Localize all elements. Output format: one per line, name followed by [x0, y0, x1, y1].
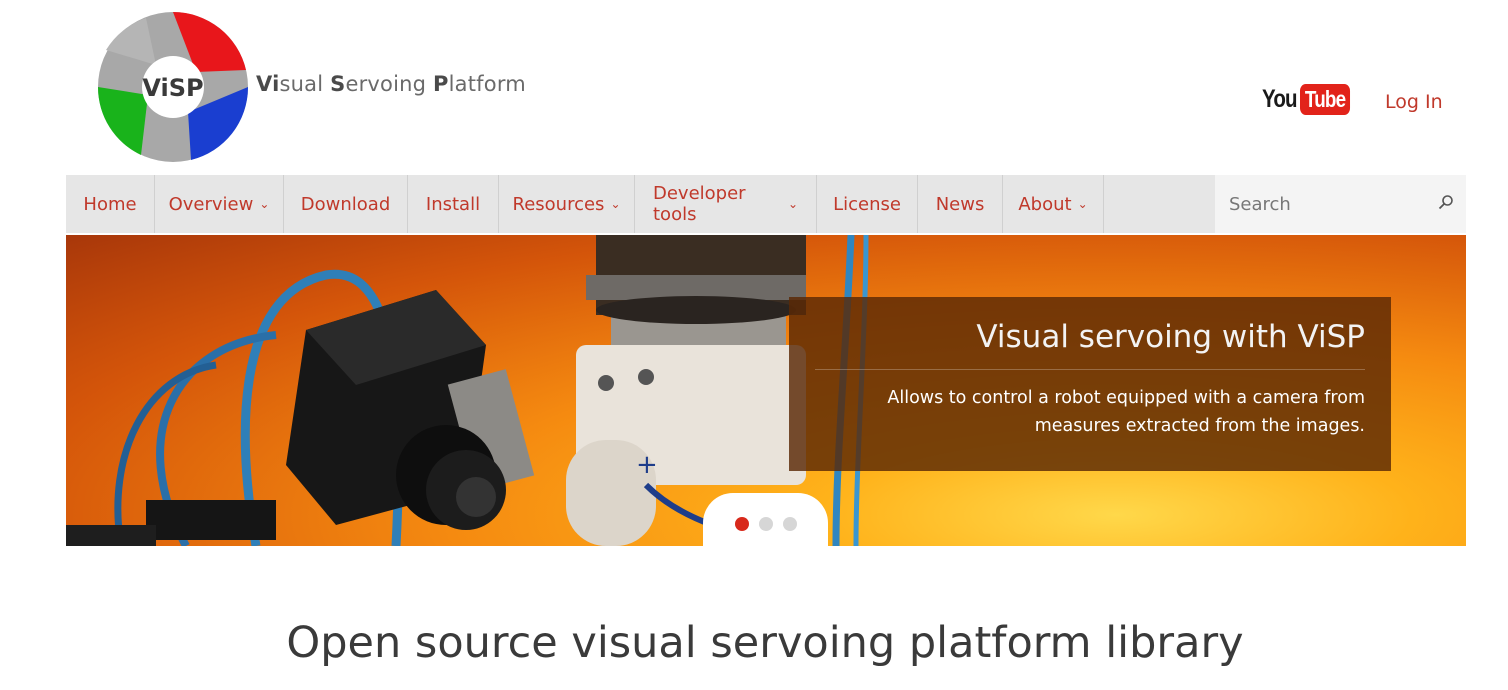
slider-pagination — [703, 493, 828, 546]
nav-install[interactable]: Install — [408, 175, 499, 233]
nav-download[interactable]: Download — [284, 175, 408, 233]
chevron-down-icon: ⌄ — [1077, 197, 1088, 211]
nav-home[interactable]: Home — [66, 175, 155, 233]
hero-caption-title: Visual servoing with ViSP — [815, 319, 1365, 370]
nav-license[interactable]: License — [817, 175, 918, 233]
svg-text:+: + — [636, 450, 658, 480]
nav-resources[interactable]: Resources ⌄ — [499, 175, 635, 233]
search-icon[interactable] — [1438, 194, 1454, 214]
slide-dot-2[interactable] — [758, 517, 773, 531]
aperture-logo-icon: ViSP — [97, 12, 249, 162]
page-headline: Open source visual servoing platform lib… — [286, 618, 1244, 668]
nav-developer-tools[interactable]: Developer tools ⌄ — [635, 175, 817, 233]
chevron-down-icon: ⌄ — [610, 197, 621, 211]
hero-slider: + Visual servoing with ViSP Allows to co… — [66, 235, 1466, 546]
login-link[interactable]: Log In — [1385, 91, 1443, 113]
chevron-down-icon: ⌄ — [259, 197, 270, 211]
nav-overview[interactable]: Overview ⌄ — [155, 175, 284, 233]
search-input[interactable] — [1227, 192, 1431, 216]
nav-spacer — [1104, 175, 1216, 233]
youtube-link[interactable]: You Tube — [1262, 80, 1362, 118]
logo-badge-text: ViSP — [142, 74, 203, 102]
youtube-logo-you: You — [1262, 84, 1298, 113]
youtube-logo-tube: Tube — [1300, 83, 1351, 115]
search-box — [1215, 175, 1466, 233]
nav-news[interactable]: News — [918, 175, 1003, 233]
visp-logo[interactable]: ViSP — [96, 10, 250, 164]
hero-caption: Visual servoing with ViSP Allows to cont… — [789, 297, 1391, 471]
hero-caption-text: Allows to control a robot equipped with … — [887, 388, 1365, 436]
main-nav: Home Overview ⌄ Download Install Resource… — [66, 175, 1466, 233]
slide-dot-3[interactable] — [782, 517, 797, 531]
chevron-down-icon: ⌄ — [787, 197, 798, 211]
logo-wordmark[interactable]: Visual Servoing Platform — [256, 72, 526, 96]
slide-dot-1[interactable] — [734, 517, 749, 531]
nav-about[interactable]: About ⌄ — [1003, 175, 1104, 233]
